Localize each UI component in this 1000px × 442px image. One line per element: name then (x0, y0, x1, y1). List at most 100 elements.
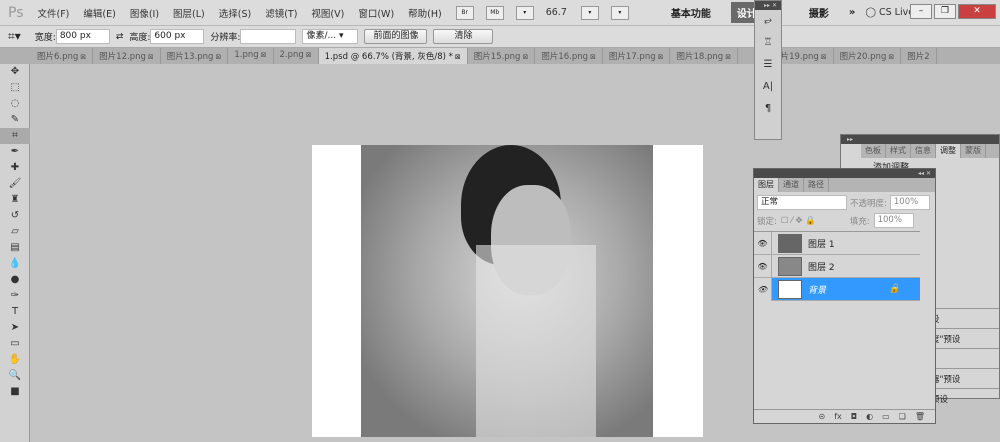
restore-button[interactable]: ❐ (934, 4, 956, 19)
view-extras-button[interactable]: ▾ (515, 5, 534, 20)
screen-mode-button[interactable]: ▾ (610, 5, 629, 20)
eraser-tool-icon[interactable]: ▱ (0, 224, 30, 240)
blend-mode-select[interactable]: 正常 (757, 195, 847, 210)
visibility-eye-icon[interactable]: 👁 (754, 254, 772, 278)
close-tab-icon[interactable]: ⊠ (725, 53, 731, 61)
link-layers-icon[interactable]: ⊝ (819, 410, 826, 423)
shape-tool-icon[interactable]: ▭ (0, 336, 30, 352)
fill-input[interactable]: 100% (873, 213, 914, 228)
bridge-button[interactable]: Br (455, 5, 474, 20)
crop-tool-icon[interactable]: ⌗ (0, 128, 30, 144)
menu-file[interactable]: 文件(F) (38, 6, 70, 20)
foreground-color-swatch[interactable]: ■ (0, 384, 30, 400)
menu-edit[interactable]: 编辑(E) (83, 6, 115, 20)
tool-presets-icon[interactable]: ☰ (755, 54, 781, 76)
visibility-eye-icon[interactable]: 👁 (754, 277, 772, 301)
close-tab-icon[interactable]: ⊠ (215, 53, 221, 61)
pen-tool-icon[interactable]: ✑ (0, 288, 30, 304)
resolution-input[interactable] (240, 29, 297, 44)
path-select-tool-icon[interactable]: ➤ (0, 320, 30, 336)
clone-stamp-tool-icon[interactable]: ♜ (0, 192, 30, 208)
type-tool-icon[interactable]: T (0, 304, 30, 320)
add-mask-icon[interactable]: ◘ (851, 410, 857, 423)
marquee-tool-icon[interactable]: ⬚ (0, 80, 30, 96)
opacity-input[interactable]: 100% (889, 195, 930, 210)
tab-styles[interactable]: 样式 (886, 144, 911, 158)
tab-doc[interactable]: 图片15.png ⊠ (468, 48, 536, 64)
dodge-tool-icon[interactable]: ● (0, 272, 30, 288)
zoom-level[interactable]: 66.7 (546, 7, 567, 18)
history-brush-tool-icon[interactable]: ↺ (0, 208, 30, 224)
menu-help[interactable]: 帮助(H) (408, 6, 442, 20)
tab-doc[interactable]: 1.png ⊠ (228, 48, 274, 64)
tab-doc[interactable]: 图片16.png ⊠ (535, 48, 603, 64)
workspace-photography[interactable]: 摄影 (809, 5, 829, 20)
workspace-essentials[interactable]: 基本功能 (671, 5, 711, 20)
close-tab-icon[interactable]: ⊠ (522, 53, 528, 61)
panel-header[interactable]: ◂◂ ✕ (754, 169, 935, 178)
zoom-tool-icon[interactable]: 🔍 (0, 368, 30, 384)
tab-doc[interactable]: 2.png ⊠ (274, 48, 319, 64)
close-tab-icon[interactable]: ⊠ (148, 53, 154, 61)
minibridge-button[interactable]: Mb (485, 5, 504, 20)
brush-tool-icon[interactable]: 🖌 (0, 176, 30, 192)
resolution-unit-select[interactable]: 像素/... ▾ (302, 29, 359, 44)
tab-doc[interactable]: 图片12.png ⊠ (93, 48, 161, 64)
height-input[interactable]: 600 px (150, 29, 205, 44)
tab-adjustments[interactable]: 调整 (936, 144, 961, 158)
tab-masks[interactable]: 蒙版 (961, 144, 986, 158)
menu-window[interactable]: 窗口(W) (358, 6, 394, 20)
tab-doc[interactable]: 图片13.png ⊠ (161, 48, 229, 64)
swap-icon[interactable]: ⇄ (116, 32, 124, 42)
menu-image[interactable]: 图像(I) (130, 6, 159, 20)
adjustment-layer-icon[interactable]: ◐ (866, 410, 873, 423)
fx-icon[interactable]: fx (834, 410, 842, 423)
paragraph-icon[interactable]: ¶ (755, 98, 781, 120)
clear-button[interactable]: 清除 (433, 29, 494, 44)
menu-layer[interactable]: 图层(L) (173, 6, 205, 20)
close-button[interactable]: ✕ (958, 4, 996, 19)
minimize-button[interactable]: – (910, 4, 932, 19)
layer-row[interactable]: 👁 图层 2 (754, 254, 920, 278)
eyedropper-tool-icon[interactable]: ✒ (0, 144, 30, 160)
gradient-tool-icon[interactable]: ▤ (0, 240, 30, 256)
tab-doc[interactable]: 图片18.png ⊠ (670, 48, 739, 64)
close-tab-icon[interactable]: ⊠ (261, 51, 267, 59)
panel-header[interactable]: ▸▸ (841, 135, 999, 144)
close-tab-icon[interactable]: ⊠ (821, 53, 827, 61)
close-tab-icon[interactable]: ⊠ (658, 53, 664, 61)
clone-source-icon[interactable]: ♖ (755, 32, 781, 54)
tab-doc[interactable]: 图片17.png ⊠ (603, 48, 671, 64)
menu-select[interactable]: 选择(S) (219, 6, 251, 20)
menu-view[interactable]: 视图(V) (311, 6, 344, 20)
tab-channels[interactable]: 通道 (779, 178, 804, 192)
tab-info[interactable]: 信息 (911, 144, 936, 158)
healing-brush-tool-icon[interactable]: ✚ (0, 160, 30, 176)
character-icon[interactable]: A| (755, 76, 781, 98)
quick-select-tool-icon[interactable]: ✎ (0, 112, 30, 128)
panel-header[interactable]: ▸▸ ✕ (755, 1, 781, 10)
close-tab-icon[interactable]: ⊠ (888, 53, 894, 61)
tab-swatches[interactable]: 色板 (861, 144, 886, 158)
front-image-button[interactable]: 前面的图像 (364, 29, 428, 44)
arrange-documents-button[interactable]: ▾ (580, 5, 599, 20)
delete-layer-icon[interactable]: 🗑 (915, 410, 925, 423)
tab-doc[interactable]: 图片20.png ⊠ (834, 48, 902, 64)
close-tab-icon[interactable]: ⊠ (80, 53, 86, 61)
lock-icons[interactable]: ☐ ⁄ ✥ 🔒 (781, 216, 816, 226)
close-tab-icon[interactable]: ⊠ (455, 53, 461, 61)
layer-row[interactable]: 👁 图层 1 (754, 231, 920, 255)
close-tab-icon[interactable]: ⊠ (306, 51, 312, 59)
tab-active-doc[interactable]: 1.psd @ 66.7% (背景, 灰色/8) * ⊠ (318, 48, 468, 64)
tab-layers[interactable]: 图层 (754, 178, 779, 192)
layer-row-selected[interactable]: 👁 背景 🔒 (754, 277, 920, 301)
move-tool-icon[interactable]: ✥ (0, 64, 30, 80)
close-tab-icon[interactable]: ⊠ (590, 53, 596, 61)
tab-doc[interactable]: 图片2 (901, 48, 937, 64)
crop-tool-preset-icon[interactable]: ⌗▾ (8, 29, 21, 44)
blur-tool-icon[interactable]: 💧 (0, 256, 30, 272)
lasso-tool-icon[interactable]: ◌ (0, 96, 30, 112)
brush-presets-icon[interactable]: ⥂ (755, 10, 781, 32)
visibility-eye-icon[interactable]: 👁 (754, 231, 772, 255)
more-workspaces-button[interactable]: » (849, 7, 855, 18)
